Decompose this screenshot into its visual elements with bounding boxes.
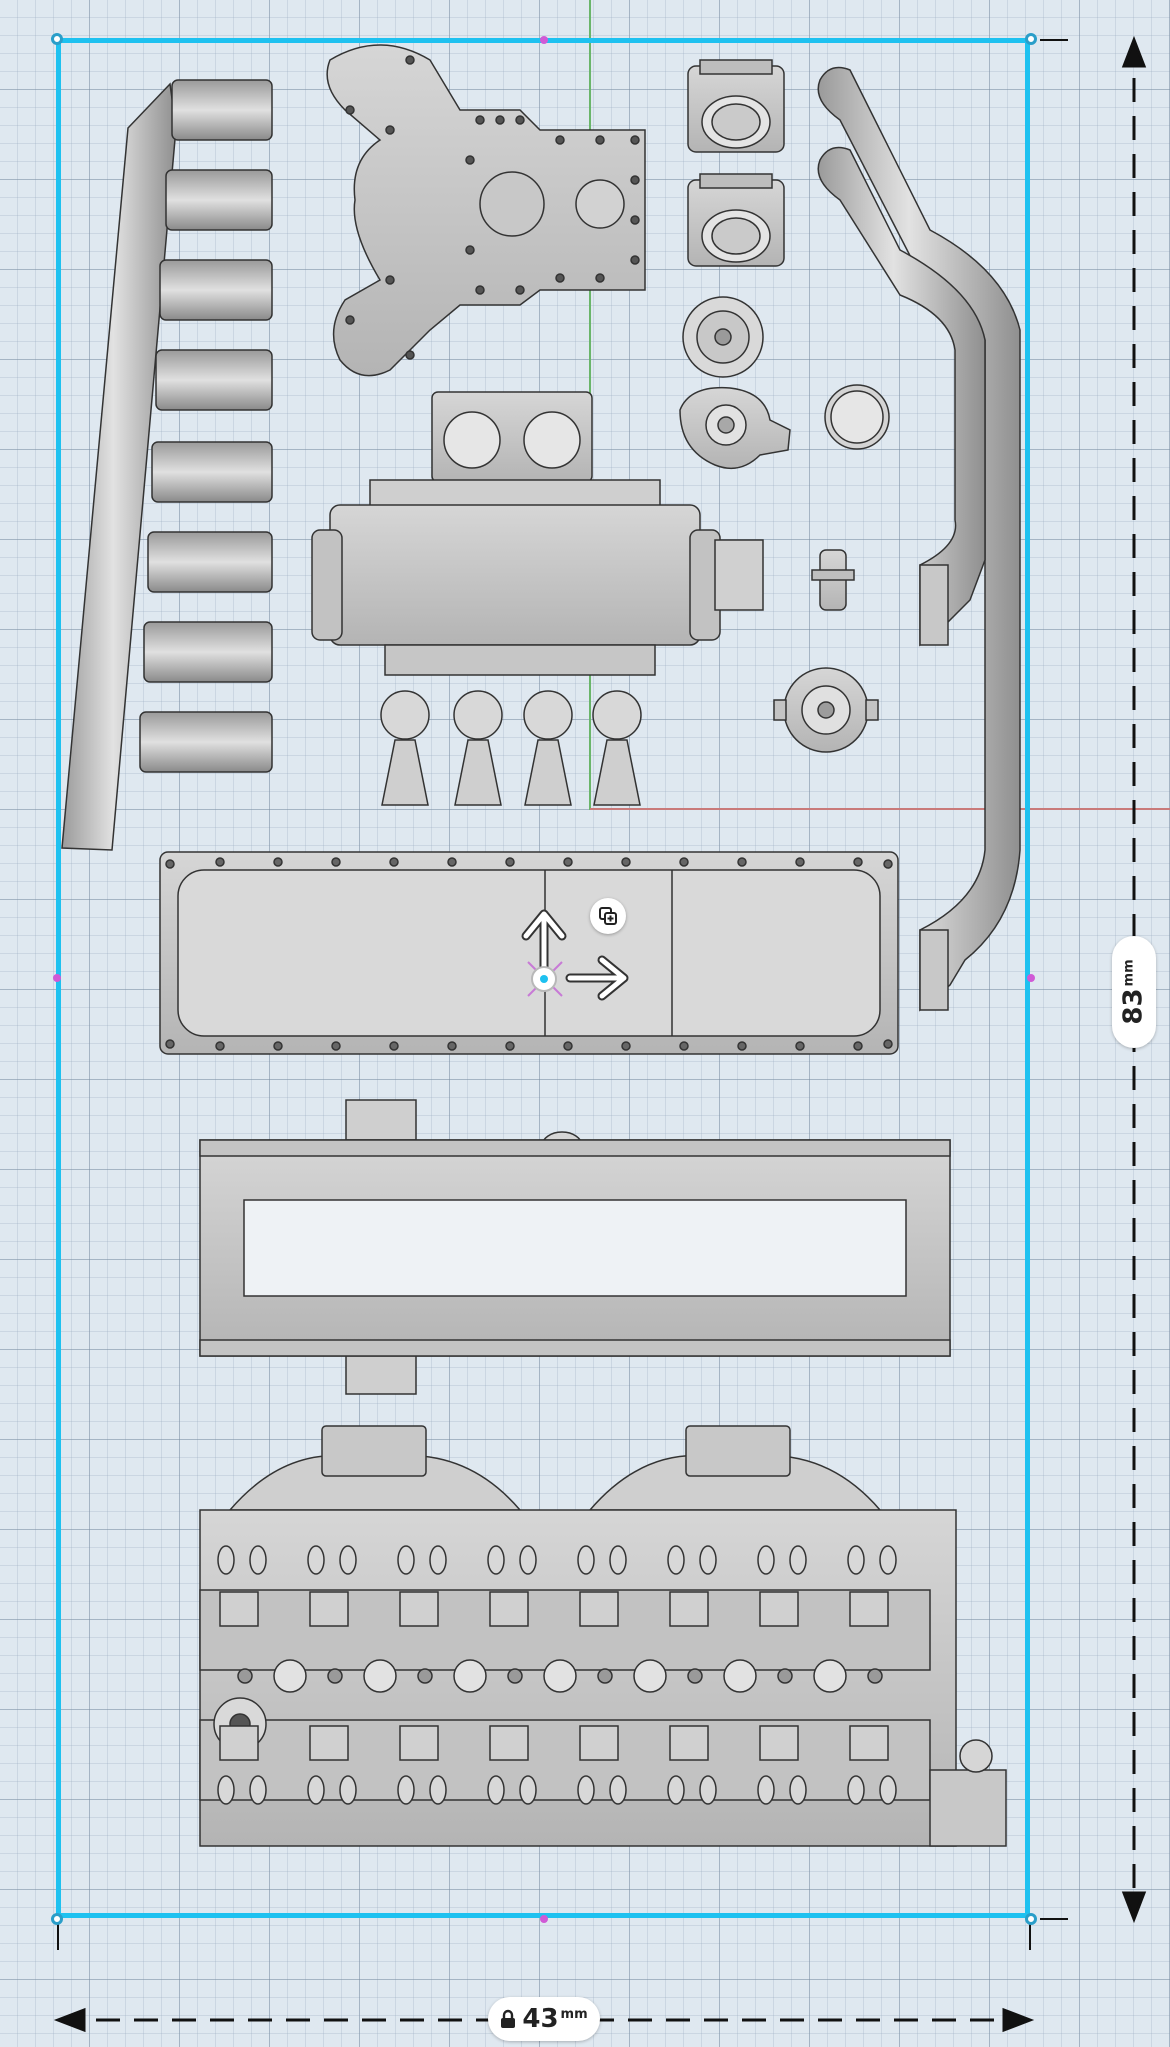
corner-handle-bottom-right[interactable] [1025, 1913, 1037, 1925]
corner-handle-bottom-left[interactable] [51, 1913, 63, 1925]
lock-icon[interactable] [500, 2009, 516, 2029]
edge-handle-left[interactable] [53, 974, 61, 982]
edge-handle-top[interactable] [540, 36, 548, 44]
edge-handle-bottom[interactable] [540, 1915, 548, 1923]
selection-bounding-box[interactable] [56, 38, 1030, 1918]
height-value[interactable]: 83 [1119, 988, 1149, 1024]
edge-handle-right[interactable] [1027, 974, 1035, 982]
width-unit: mm [560, 2006, 588, 2022]
width-dimension-badge[interactable]: 43 mm [488, 1997, 600, 2041]
height-dimension-badge[interactable]: 83 mm [1112, 936, 1156, 1048]
width-value[interactable]: 43 [522, 2004, 558, 2034]
height-unit: mm [1121, 959, 1137, 987]
corner-handle-top-right[interactable] [1025, 33, 1037, 45]
corner-handle-top-left[interactable] [51, 33, 63, 45]
